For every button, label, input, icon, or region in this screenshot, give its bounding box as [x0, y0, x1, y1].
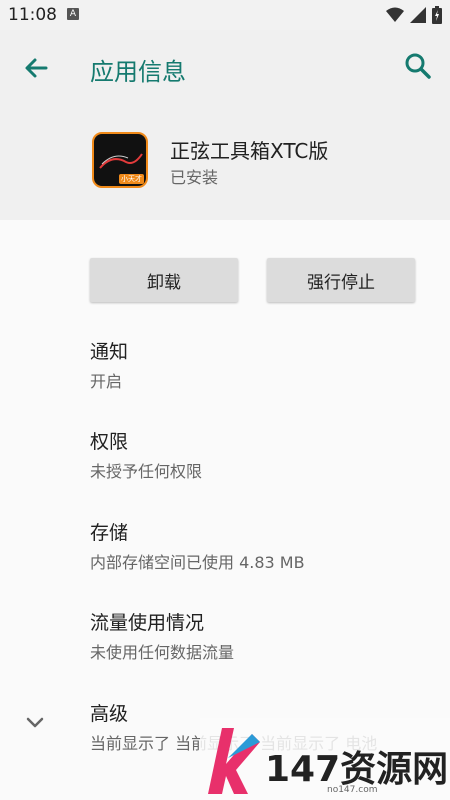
status-bar: 11:08 A — [0, 0, 450, 30]
force-stop-button[interactable]: 强行停止 — [267, 258, 415, 302]
item-title: 权限 — [90, 431, 129, 453]
uninstall-button[interactable]: 卸载 — [90, 258, 238, 302]
app-icon-badge: 小天才 — [119, 174, 144, 184]
app-header — [0, 30, 450, 220]
settings-item-storage[interactable]: 存储 内部存储空间已使用 4.83 MB — [90, 518, 430, 573]
item-subtitle: 未使用任何数据流量 — [90, 643, 235, 662]
battery-icon — [432, 6, 442, 24]
settings-item-data-usage[interactable]: 流量使用情况 未使用任何数据流量 — [90, 608, 430, 663]
status-icons — [386, 6, 442, 24]
item-title: 存储 — [90, 522, 129, 544]
item-title: 通知 — [90, 341, 129, 363]
notification-icon: A — [67, 8, 79, 20]
item-subtitle: 内部存储空间已使用 4.83 MB — [90, 553, 305, 572]
signal-icon — [410, 7, 426, 23]
status-time: 11:08 — [8, 5, 57, 25]
chevron-down-icon[interactable] — [22, 710, 48, 736]
search-icon[interactable] — [402, 50, 434, 82]
app-install-status: 已安装 — [170, 168, 219, 187]
watermark-url: no147.com — [327, 785, 378, 795]
settings-item-permissions[interactable]: 权限 未授予任何权限 — [90, 427, 430, 482]
back-arrow-icon[interactable] — [20, 52, 52, 84]
app-icon: 小天才 — [92, 132, 148, 188]
settings-item-notifications[interactable]: 通知 开启 — [90, 337, 430, 392]
app-name: 正弦工具箱XTC版 — [170, 139, 329, 163]
item-title: 流量使用情况 — [90, 612, 205, 634]
wifi-icon — [386, 7, 404, 22]
item-subtitle: 开启 — [90, 372, 123, 391]
item-subtitle: 未授予任何权限 — [90, 462, 203, 481]
page-title: 应用信息 — [90, 58, 186, 86]
